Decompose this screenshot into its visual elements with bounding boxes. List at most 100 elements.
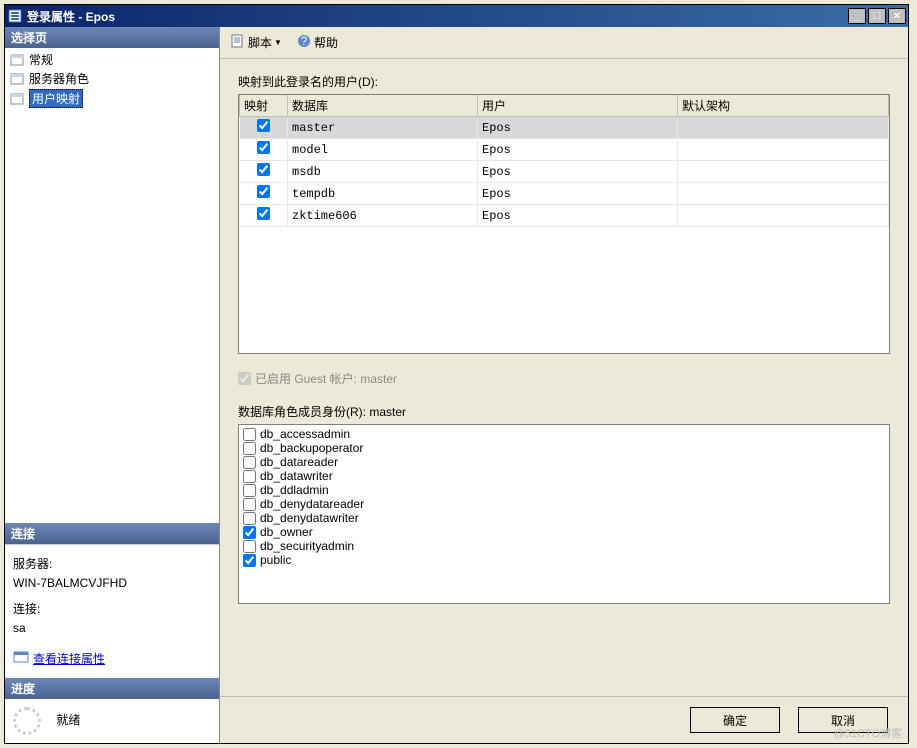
role-checkbox[interactable] bbox=[243, 442, 256, 455]
role-item[interactable]: db_securityadmin bbox=[241, 539, 887, 553]
page-label: 常规 bbox=[29, 51, 53, 68]
progress-section: 就绪 bbox=[5, 699, 219, 743]
conn-value: sa bbox=[13, 621, 211, 635]
page-icon bbox=[9, 52, 25, 68]
role-checkbox[interactable] bbox=[243, 540, 256, 553]
map-checkbox[interactable] bbox=[257, 163, 270, 176]
role-checkbox[interactable] bbox=[243, 512, 256, 525]
button-bar: 确定 取消 bbox=[220, 696, 908, 743]
titlebar: 登录属性 - Epos _ □ × bbox=[5, 5, 908, 27]
page-icon bbox=[9, 91, 25, 107]
map-checkbox[interactable] bbox=[257, 185, 270, 198]
role-item[interactable]: db_owner bbox=[241, 525, 887, 539]
role-name: db_denydatareader bbox=[260, 497, 364, 511]
help-button[interactable]: ? 帮助 bbox=[292, 31, 342, 54]
schema-cell bbox=[678, 139, 889, 161]
table-row[interactable]: msdbEpos bbox=[240, 161, 889, 183]
map-checkbox[interactable] bbox=[257, 119, 270, 132]
role-item[interactable]: db_datawriter bbox=[241, 469, 887, 483]
role-name: db_datawriter bbox=[260, 469, 333, 483]
progress-header: 进度 bbox=[5, 678, 219, 699]
role-name: db_denydatawriter bbox=[260, 511, 359, 525]
schema-cell bbox=[678, 205, 889, 227]
map-cell[interactable] bbox=[240, 161, 288, 183]
pages-list: 常规服务器角色用户映射 bbox=[5, 48, 219, 111]
conn-link-text: 查看连接属性 bbox=[33, 650, 105, 667]
watermark: @51CTO博客 bbox=[834, 725, 902, 741]
role-name: db_securityadmin bbox=[260, 539, 354, 553]
map-cell[interactable] bbox=[240, 183, 288, 205]
window-buttons: _ □ × bbox=[846, 8, 906, 24]
role-item[interactable]: db_backupoperator bbox=[241, 441, 887, 455]
left-spacer bbox=[5, 111, 219, 523]
maximize-button[interactable]: □ bbox=[868, 8, 886, 24]
role-checkbox[interactable] bbox=[243, 484, 256, 497]
col-schema[interactable]: 默认架构 bbox=[678, 95, 889, 117]
left-panel: 选择页 常规服务器角色用户映射 连接 服务器: WIN-7BALMCVJFHD … bbox=[5, 27, 220, 743]
schema-cell bbox=[678, 161, 889, 183]
map-checkbox[interactable] bbox=[257, 141, 270, 154]
user-cell: Epos bbox=[478, 183, 678, 205]
map-cell[interactable] bbox=[240, 117, 288, 139]
table-row[interactable]: masterEpos bbox=[240, 117, 889, 139]
role-name: db_owner bbox=[260, 525, 313, 539]
conn-label: 连接: bbox=[13, 600, 211, 617]
close-button[interactable]: × bbox=[888, 8, 906, 24]
svg-text:?: ? bbox=[301, 34, 308, 48]
role-name: public bbox=[260, 553, 291, 567]
db-cell: msdb bbox=[288, 161, 478, 183]
connection-header: 连接 bbox=[5, 523, 219, 544]
guest-label: 已启用 Guest 帐户: master bbox=[255, 370, 397, 387]
role-item[interactable]: db_datareader bbox=[241, 455, 887, 469]
script-icon bbox=[230, 33, 246, 52]
role-name: db_ddladmin bbox=[260, 483, 329, 497]
col-map[interactable]: 映射 bbox=[240, 95, 288, 117]
pages-header: 选择页 bbox=[5, 27, 219, 48]
window-title: 登录属性 - Epos bbox=[27, 8, 846, 25]
role-checkbox[interactable] bbox=[243, 498, 256, 511]
page-label: 用户映射 bbox=[29, 89, 83, 108]
role-checkbox[interactable] bbox=[243, 526, 256, 539]
role-checkbox[interactable] bbox=[243, 428, 256, 441]
user-cell: Epos bbox=[478, 139, 678, 161]
role-name: db_datareader bbox=[260, 455, 338, 469]
server-value: WIN-7BALMCVJFHD bbox=[13, 576, 211, 590]
dialog-body: 选择页 常规服务器角色用户映射 连接 服务器: WIN-7BALMCVJFHD … bbox=[5, 27, 908, 743]
table-row[interactable]: modelEpos bbox=[240, 139, 889, 161]
role-item[interactable]: public bbox=[241, 553, 887, 567]
ok-button[interactable]: 确定 bbox=[690, 707, 780, 733]
help-label: 帮助 bbox=[314, 34, 338, 51]
sidebar-page-item[interactable]: 服务器角色 bbox=[7, 69, 217, 88]
view-connection-properties-link[interactable]: 查看连接属性 bbox=[13, 649, 211, 668]
col-user[interactable]: 用户 bbox=[478, 95, 678, 117]
col-db[interactable]: 数据库 bbox=[288, 95, 478, 117]
role-item[interactable]: db_denydatawriter bbox=[241, 511, 887, 525]
db-cell: tempdb bbox=[288, 183, 478, 205]
map-cell[interactable] bbox=[240, 139, 288, 161]
page-icon bbox=[9, 71, 25, 87]
chevron-down-icon: ▼ bbox=[274, 38, 282, 47]
map-cell[interactable] bbox=[240, 205, 288, 227]
roles-list[interactable]: db_accessadmindb_backupoperatordb_datare… bbox=[238, 424, 890, 604]
role-item[interactable]: db_accessadmin bbox=[241, 427, 887, 441]
role-item[interactable]: db_denydatareader bbox=[241, 497, 887, 511]
role-checkbox[interactable] bbox=[243, 456, 256, 469]
map-checkbox[interactable] bbox=[257, 207, 270, 220]
table-row[interactable]: tempdbEpos bbox=[240, 183, 889, 205]
schema-cell bbox=[678, 117, 889, 139]
mapping-table: 映射 数据库 用户 默认架构 masterEposmodelEposmsdbEp… bbox=[239, 95, 889, 227]
db-cell: zktime606 bbox=[288, 205, 478, 227]
role-checkbox[interactable] bbox=[243, 470, 256, 483]
minimize-button[interactable]: _ bbox=[848, 8, 866, 24]
connection-section: 服务器: WIN-7BALMCVJFHD 连接: sa 查看连接属性 bbox=[5, 544, 219, 678]
sidebar-page-item[interactable]: 常规 bbox=[7, 50, 217, 69]
table-row[interactable]: zktime606Epos bbox=[240, 205, 889, 227]
mapping-grid[interactable]: 映射 数据库 用户 默认架构 masterEposmodelEposmsdbEp… bbox=[238, 94, 890, 354]
user-cell: Epos bbox=[478, 117, 678, 139]
app-icon bbox=[7, 8, 23, 24]
script-button[interactable]: 脚本 ▼ bbox=[226, 31, 286, 54]
sidebar-page-item[interactable]: 用户映射 bbox=[7, 88, 217, 109]
role-checkbox[interactable] bbox=[243, 554, 256, 567]
content-area: 映射到此登录名的用户(D): 映射 数据库 用户 默认架构 masterEpos… bbox=[220, 59, 908, 696]
role-item[interactable]: db_ddladmin bbox=[241, 483, 887, 497]
